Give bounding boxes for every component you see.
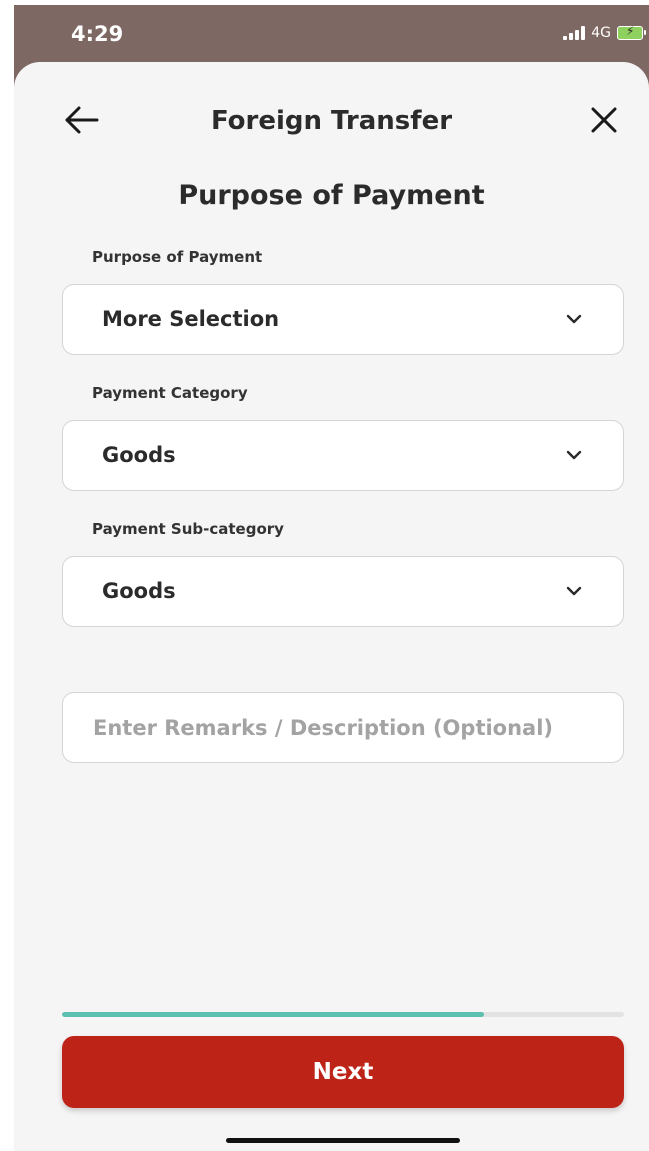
status-indicators: 4G ⚡ [563,24,646,41]
subcategory-select-value: Goods [102,579,176,603]
close-button[interactable] [586,102,622,138]
subcategory-label: Payment Sub-category [92,520,284,538]
network-type: 4G [591,25,611,41]
purpose-select-value: More Selection [102,307,280,331]
transfer-sheet: Foreign Transfer Purpose of Payment Purp… [14,62,649,1151]
status-time: 4:29 [71,22,124,46]
category-select-value: Goods [102,443,176,467]
close-icon [591,107,617,133]
remarks-input[interactable] [62,692,624,763]
purpose-label: Purpose of Payment [92,248,263,266]
progress-bar [62,1012,624,1017]
battery-charging-icon: ⚡ [617,24,646,40]
category-select[interactable]: Goods [62,420,624,491]
section-title: Purpose of Payment [178,180,485,211]
progress-fill [62,1012,484,1017]
chevron-down-icon [566,586,582,596]
chevron-down-icon [566,314,582,324]
status-bar: 4:29 4G ⚡ [14,5,649,65]
subcategory-select[interactable]: Goods [62,556,624,627]
signal-icon [563,26,586,40]
phone-screen: 4:29 4G ⚡ Foreign Transfer Purpose of Pa… [14,5,649,1151]
home-indicator [226,1138,460,1143]
next-button[interactable]: Next [62,1036,624,1108]
category-label: Payment Category [92,384,248,402]
navigation-bar: Foreign Transfer [14,62,649,182]
purpose-select[interactable]: More Selection [62,284,624,355]
page-title: Foreign Transfer [210,106,453,136]
chevron-down-icon [566,450,582,460]
